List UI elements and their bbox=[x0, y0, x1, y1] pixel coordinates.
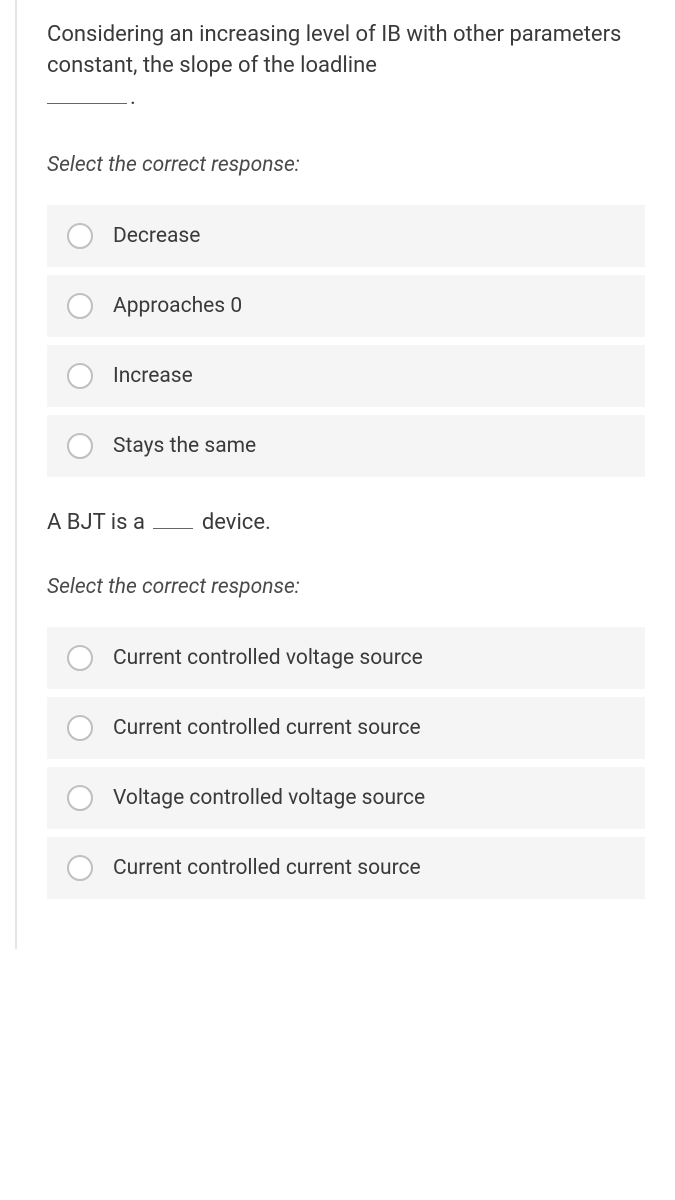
radio-icon bbox=[67, 645, 93, 671]
option-ccvs[interactable]: Current controlled voltage source bbox=[47, 627, 645, 689]
question-2-prefix: A BJT is a bbox=[47, 510, 150, 535]
question-2-options: Current controlled voltage source Curren… bbox=[47, 627, 645, 899]
fill-blank-line bbox=[153, 507, 193, 529]
radio-icon bbox=[67, 433, 93, 459]
question-2-suffix: device. bbox=[196, 510, 270, 535]
option-label: Current controlled current source bbox=[113, 716, 421, 740]
option-label: Stays the same bbox=[113, 434, 256, 458]
quiz-container: Considering an increasing level of IB wi… bbox=[15, 0, 675, 949]
option-decrease[interactable]: Decrease bbox=[47, 205, 645, 267]
question-2-instruction: Select the correct response: bbox=[47, 575, 645, 599]
option-label: Decrease bbox=[113, 224, 200, 248]
radio-icon bbox=[67, 715, 93, 741]
question-1-instruction: Select the correct response: bbox=[47, 153, 645, 177]
question-1-text-content: Considering an increasing level of IB wi… bbox=[47, 22, 621, 78]
radio-icon bbox=[67, 785, 93, 811]
question-2-block: A BJT is a device. Select the correct re… bbox=[47, 507, 645, 899]
option-label: Current controlled voltage source bbox=[113, 646, 423, 670]
fill-blank-line bbox=[47, 82, 127, 104]
question-1-block: Considering an increasing level of IB wi… bbox=[47, 20, 645, 477]
option-increase[interactable]: Increase bbox=[47, 345, 645, 407]
option-vcvs[interactable]: Voltage controlled voltage source bbox=[47, 767, 645, 829]
option-cccs-1[interactable]: Current controlled current source bbox=[47, 697, 645, 759]
option-label: Current controlled current source bbox=[113, 856, 421, 880]
option-cccs-2[interactable]: Current controlled current source bbox=[47, 837, 645, 899]
option-label: Increase bbox=[113, 364, 193, 388]
option-approaches-0[interactable]: Approaches 0 bbox=[47, 275, 645, 337]
option-label: Approaches 0 bbox=[113, 294, 242, 318]
radio-icon bbox=[67, 223, 93, 249]
radio-icon bbox=[67, 293, 93, 319]
radio-icon bbox=[67, 855, 93, 881]
question-1-text: Considering an increasing level of IB wi… bbox=[47, 20, 645, 113]
radio-icon bbox=[67, 363, 93, 389]
option-stays-same[interactable]: Stays the same bbox=[47, 415, 645, 477]
question-1-options: Decrease Approaches 0 Increase Stays the… bbox=[47, 205, 645, 477]
option-label: Voltage controlled voltage source bbox=[113, 786, 425, 810]
question-2-text: A BJT is a device. bbox=[47, 507, 645, 535]
